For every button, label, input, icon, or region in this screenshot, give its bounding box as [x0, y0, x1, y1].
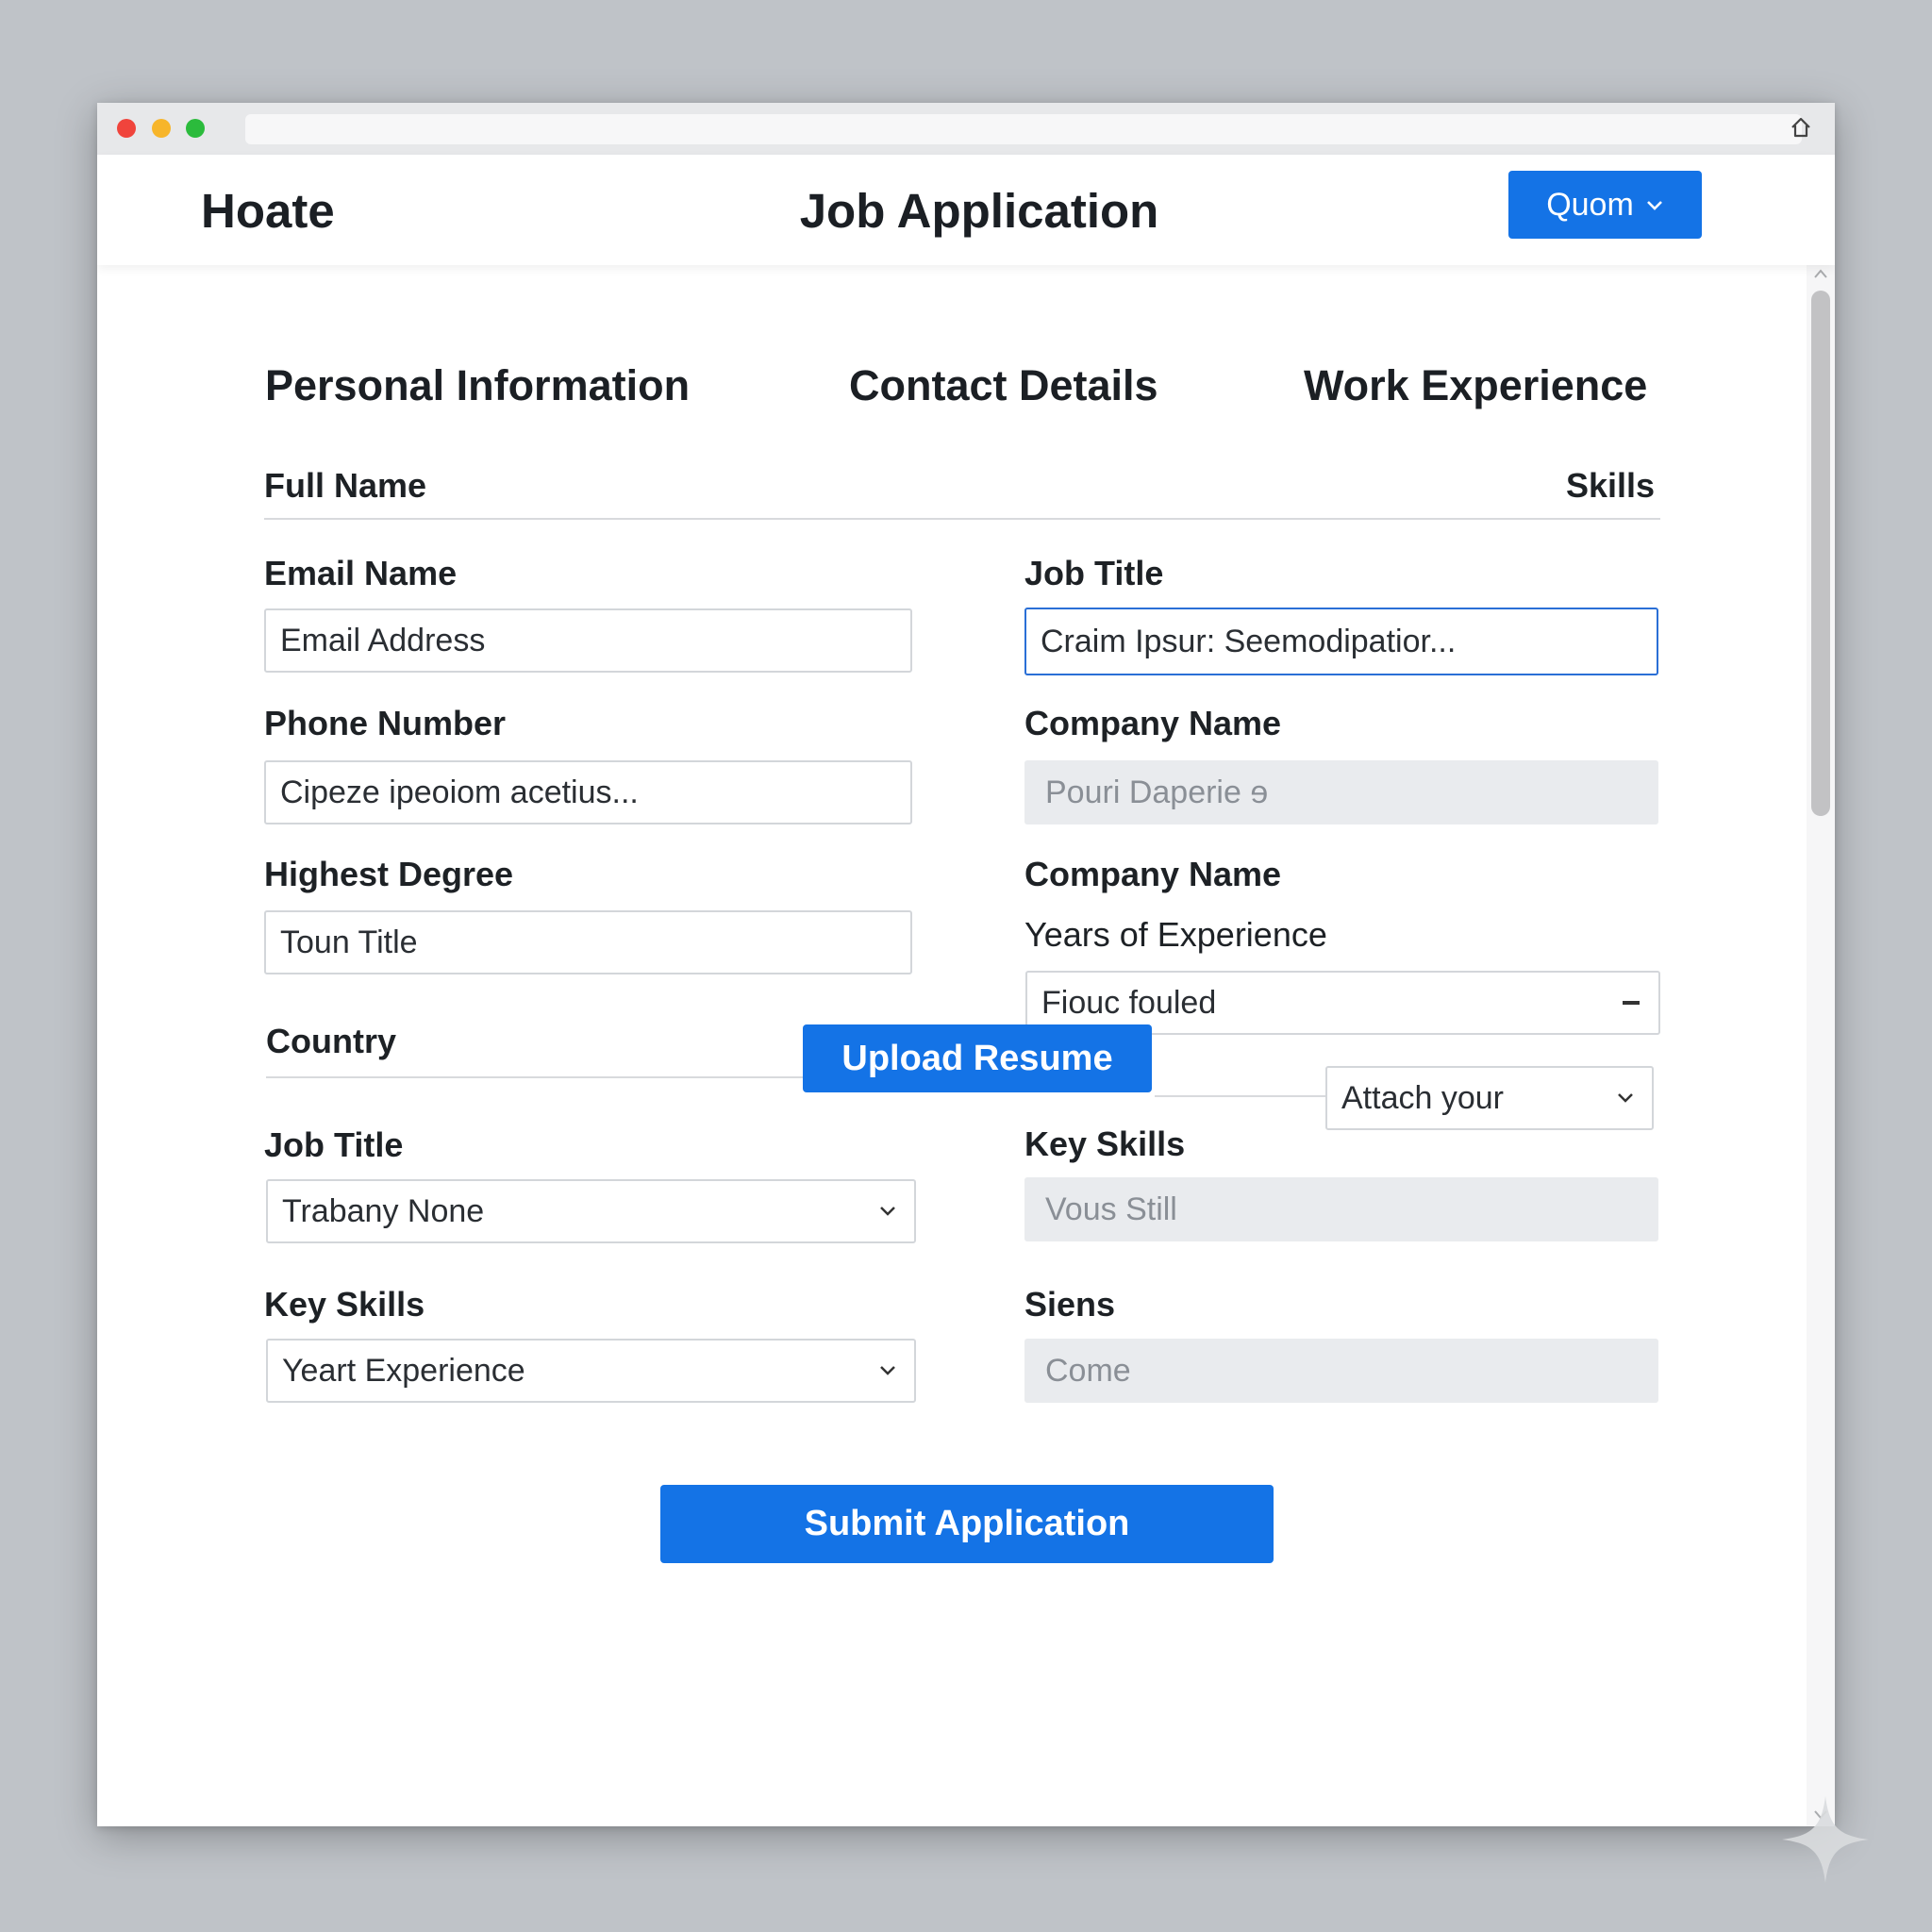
account-menu-label: Quom [1546, 186, 1634, 223]
left-job-title-label: Job Title [264, 1125, 404, 1164]
right-key-skills-value: Vous Still [1045, 1191, 1177, 1227]
degree-field-value: Toun Title [280, 924, 418, 960]
section-personal-information[interactable]: Personal Information [265, 361, 690, 410]
siens-label: Siens [1024, 1285, 1116, 1324]
left-key-skills-label: Key Skills [264, 1285, 425, 1324]
chevron-down-icon [880, 1207, 895, 1216]
email-field[interactable]: Email Address [264, 608, 912, 673]
right-job-title-value: Craim Ipsur: Seemodipatior... [1041, 623, 1457, 659]
chevron-down-icon [880, 1366, 895, 1375]
account-menu-button[interactable]: Quom [1508, 171, 1702, 239]
left-job-title-value: Trabany None [282, 1192, 485, 1229]
attach-value: Attach your [1341, 1079, 1504, 1116]
right-key-skills-label: Key Skills [1024, 1124, 1186, 1163]
section-contact-details[interactable]: Contact Details [849, 361, 1158, 410]
caret-down-icon [1623, 1001, 1640, 1005]
siens-field[interactable]: Come [1024, 1339, 1658, 1403]
app-header: Hoate Job Application Quom [97, 155, 1835, 265]
chevron-down-icon [1618, 1093, 1633, 1103]
upload-resume-button[interactable]: Upload Resume [803, 1024, 1152, 1092]
email-field-value: Email Address [280, 622, 486, 658]
siens-value: Come [1045, 1352, 1131, 1389]
company-name-field[interactable]: Pouri Daperie ɘ [1024, 760, 1658, 824]
phone-field-value: Cipeze ipeoiom acetius... [280, 774, 639, 810]
browser-window: Hoate Job Application Quom Personal Info… [97, 103, 1835, 1826]
degree-field[interactable]: Toun Title [264, 910, 912, 974]
full-name-label: Full Name [264, 466, 427, 505]
home-icon[interactable] [1789, 115, 1813, 140]
chevron-down-icon [1646, 201, 1662, 210]
company-name-value: Pouri Daperie ɘ [1045, 774, 1269, 810]
section-work-experience[interactable]: Work Experience [1304, 361, 1647, 410]
left-key-skills-value: Yeart Experience [282, 1352, 525, 1389]
years-experience-label: Years of Experience [1024, 915, 1327, 954]
email-label: Email Name [264, 554, 458, 592]
right-job-title-label: Job Title [1024, 554, 1164, 592]
section-divider [264, 518, 1660, 520]
degree-label: Highest Degree [264, 855, 514, 893]
minimize-window-button[interactable] [152, 119, 171, 138]
attach-select[interactable]: Attach your [1325, 1066, 1654, 1130]
window-titlebar [97, 103, 1835, 156]
phone-label: Phone Number [264, 704, 507, 742]
phone-field[interactable]: Cipeze ipeoiom acetius... [264, 760, 912, 824]
submit-application-button[interactable]: Submit Application [660, 1485, 1274, 1563]
close-window-button[interactable] [117, 119, 136, 138]
years-experience-value: Fiouc fouled [1041, 984, 1217, 1021]
country-label: Country [266, 1022, 396, 1060]
right-key-skills-field[interactable]: Vous Still [1024, 1177, 1658, 1241]
skills-label: Skills [1566, 466, 1656, 505]
maximize-window-button[interactable] [186, 119, 205, 138]
sparkle-icon [1782, 1796, 1869, 1883]
scroll-up-arrow-icon[interactable] [1814, 269, 1827, 278]
company-name-label: Company Name [1024, 704, 1282, 742]
scrollbar-thumb[interactable] [1811, 291, 1830, 816]
company-name-label-2: Company Name [1024, 855, 1282, 893]
left-key-skills-select[interactable]: Yeart Experience [266, 1339, 916, 1403]
address-bar[interactable] [245, 114, 1802, 144]
right-job-title-input[interactable]: Craim Ipsur: Seemodipatior... [1024, 608, 1658, 675]
left-job-title-select[interactable]: Trabany None [266, 1179, 916, 1243]
